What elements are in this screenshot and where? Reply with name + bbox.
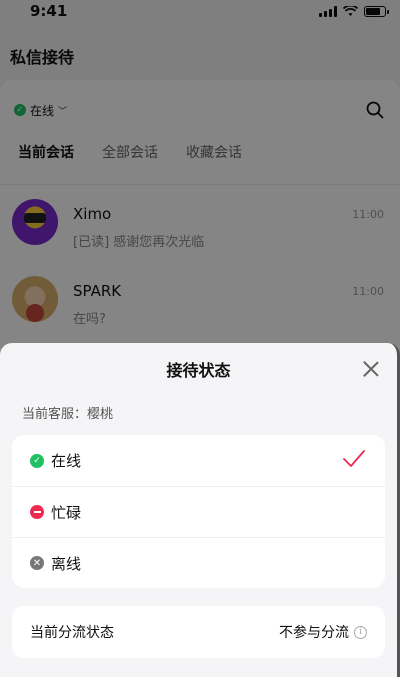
- current-agent-label: 当前客服：樱桃: [22, 407, 114, 422]
- sheet-title: 接待状态: [166, 361, 231, 380]
- check-circle-icon: ✓: [30, 453, 44, 468]
- distribution-status-row[interactable]: 当前分流状态 不参与分流 i: [12, 606, 385, 658]
- checkmark-icon: [343, 450, 365, 467]
- status-options: ✓ 在线 忙碌 ✕ 离线: [12, 435, 385, 588]
- distribution-value: 不参与分流: [279, 625, 349, 641]
- status-option-online[interactable]: ✓ 在线: [12, 435, 385, 486]
- status-bottom-sheet: 接待状态 当前客服：樱桃 ✓ 在线 忙碌 ✕ 离线 当前分流状态 不参与分流 i: [0, 343, 400, 677]
- distribution-label: 当前分流状态: [30, 625, 114, 641]
- close-icon[interactable]: [361, 359, 381, 379]
- status-option-label: 在线: [51, 452, 82, 470]
- status-option-busy[interactable]: 忙碌: [12, 486, 385, 537]
- minus-circle-icon: [30, 505, 44, 519]
- status-option-offline[interactable]: ✕ 离线: [12, 537, 385, 588]
- status-option-label: 忙碌: [51, 503, 82, 522]
- info-icon[interactable]: i: [354, 625, 367, 639]
- distribution-value-group: 不参与分流 i: [279, 622, 367, 642]
- status-option-label: 离线: [51, 554, 82, 573]
- sheet-header: 接待状态: [0, 343, 397, 395]
- x-circle-icon: ✕: [30, 556, 44, 570]
